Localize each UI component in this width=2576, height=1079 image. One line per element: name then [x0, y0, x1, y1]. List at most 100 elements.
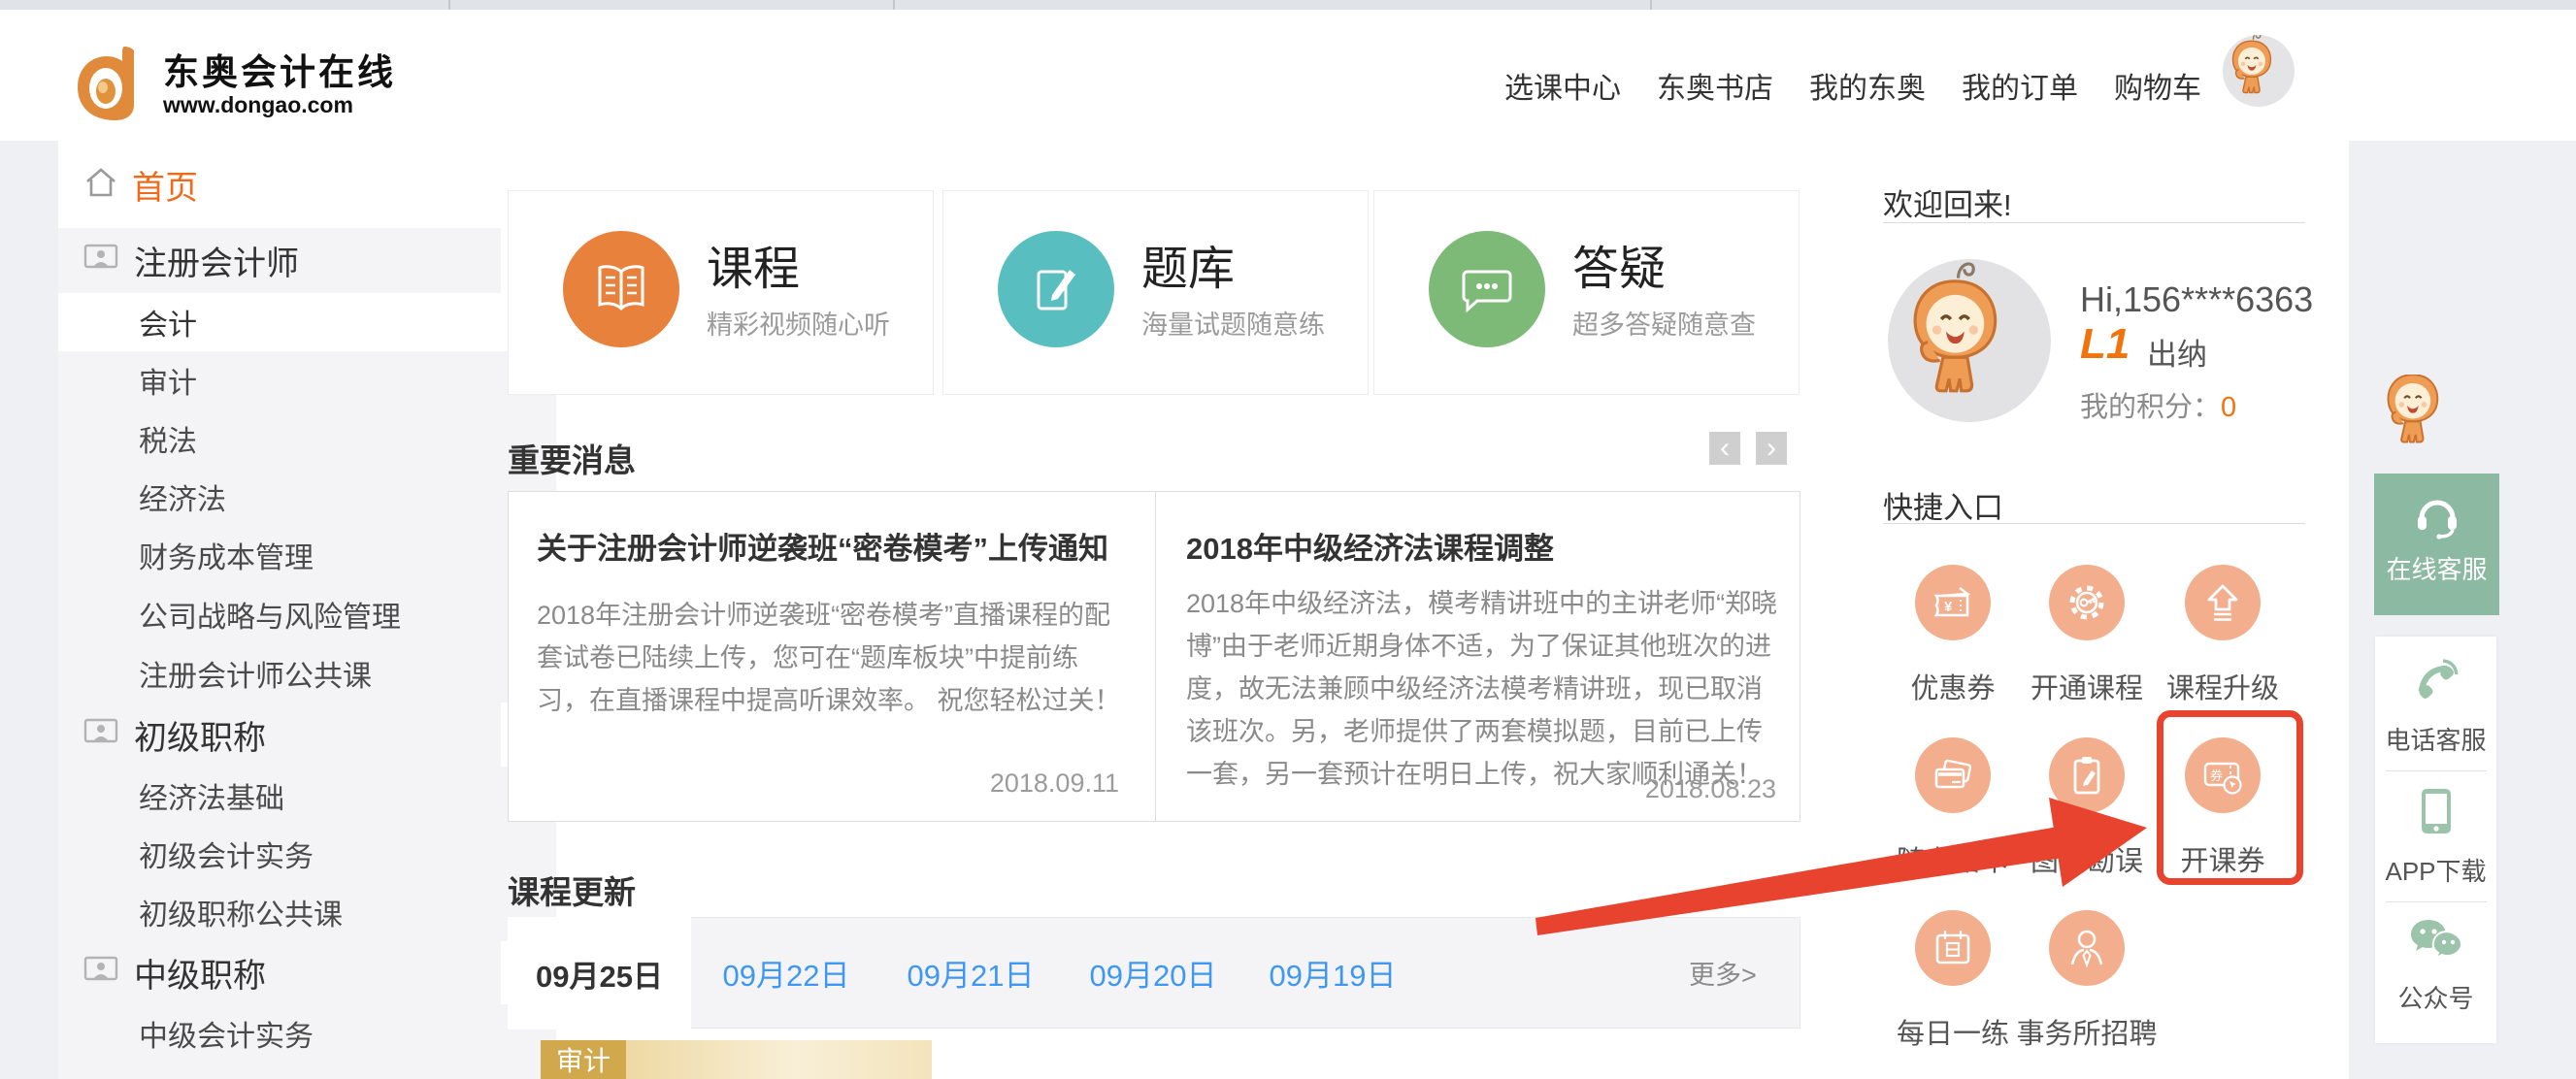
news-item-date: 2018.09.11	[828, 768, 1119, 799]
more-link[interactable]: 更多>	[1689, 917, 1757, 1029]
errata-icon	[2049, 737, 2125, 813]
welcome-heading: 欢迎回来!	[1883, 180, 2012, 224]
online-service-button[interactable]: 在线客服	[2374, 474, 2499, 615]
news-column-divider	[1155, 492, 1156, 821]
service-mascot	[2376, 375, 2496, 475]
quick-entry-coupons[interactable]: ¥ 优惠券	[1875, 565, 2031, 706]
quick-entry-firm-recruiting[interactable]: 事务所招聘	[2009, 910, 2164, 1052]
book-icon	[563, 231, 679, 347]
wechat-icon	[2407, 954, 2465, 970]
sidebar-item-intermediate-practice[interactable]: 中级会计实务	[58, 1004, 556, 1063]
nav-course-center[interactable]: 选课中心	[1504, 64, 1621, 107]
sidebar-item-accounting-active[interactable]: 会计	[58, 293, 556, 351]
news-item-title[interactable]: 关于注册会计师逆袭班“密卷模考”上传通知	[537, 524, 1119, 568]
news-item-date: 2018.08.23	[1485, 774, 1776, 804]
sidebar-item-audit[interactable]: 审计	[58, 351, 556, 409]
quick-entry-book-gift-card[interactable]: 随书赠卡	[1875, 737, 2031, 879]
tab-date-0922[interactable]: 09月22日	[709, 917, 864, 1029]
home-icon	[83, 166, 118, 204]
service-divider	[2386, 770, 2487, 771]
nav-bookstore[interactable]: 东奥书店	[1657, 64, 1773, 107]
sidebar-item-junior-practice[interactable]: 初级会计实务	[58, 825, 556, 883]
phone-icon	[2410, 696, 2462, 712]
course-updates-heading: 课程更新	[508, 866, 636, 913]
chevron-right-icon: ›	[1767, 432, 1776, 465]
phone-service-item[interactable]: 电话客服	[2375, 637, 2496, 757]
sidebar-home-label: 首页	[132, 161, 198, 209]
quick-entry-divider	[1883, 523, 2305, 524]
quick-entry-book-errata[interactable]: 图书勘误	[2009, 737, 2164, 879]
subject-badge-bar	[626, 1040, 932, 1079]
sidebar-item-home[interactable]: 首页	[58, 141, 501, 228]
feature-card-qa[interactable]: 答疑 超多答疑随意查	[1373, 190, 1800, 395]
news-item-body: 2018年注册会计师逆袭班“密卷模考”直播课程的配套试卷已陆续上传，您可在“题库…	[537, 594, 1124, 722]
app-download-item[interactable]: APP下载	[2375, 785, 2496, 888]
nav-my-dongao[interactable]: 我的东奥	[1809, 64, 1926, 107]
sidebar-item-econ-law-basics[interactable]: 经济法基础	[58, 767, 556, 825]
carousel-prev-button[interactable]: ‹	[1709, 432, 1740, 465]
sidebar-section-junior[interactable]: 初级职称	[58, 703, 501, 767]
subject-badge-audit: 审计	[541, 1040, 626, 1079]
logo-d-icon	[70, 45, 146, 127]
dongao-member-home: 东奥会计在线 www.dongao.com 选课中心 东奥书店 我的东奥 我的订…	[0, 0, 2576, 1079]
wechat-official-item[interactable]: 公众号	[2375, 916, 2496, 1015]
tab-date-0925-active[interactable]: 09月25日	[508, 917, 691, 1030]
tablet-icon	[2412, 827, 2460, 843]
top-nav: 选课中心 东奥书店 我的东奥 我的订单 购物车	[1504, 19, 2201, 150]
tab-divider	[1650, 0, 1652, 10]
svg-text:¥: ¥	[1944, 599, 1953, 615]
news-item-body: 2018年中级经济法，模考精讲班中的主讲老师“郑晓博”由于老师近期身体不适，为了…	[1186, 582, 1780, 796]
online-service-label: 在线客服	[2374, 550, 2499, 586]
chevron-left-icon: ‹	[1720, 432, 1730, 465]
quick-entry-daily-practice[interactable]: 每日一练	[1875, 910, 2031, 1052]
tab-divider	[893, 0, 895, 10]
member-points: 我的积分：0	[2080, 384, 2236, 425]
sidebar-item-economic-law[interactable]: 经济法	[58, 468, 556, 526]
member-level-name: 出纳	[2147, 330, 2207, 374]
site-header: 东奥会计在线 www.dongao.com 选课中心 东奥书店 我的东奥 我的订…	[0, 10, 2576, 141]
points-value: 0	[2221, 392, 2236, 423]
sidebar-item-tax-law[interactable]: 税法	[58, 409, 556, 468]
sidebar-item-financial-mgmt[interactable]: 财务成本管理	[58, 526, 556, 584]
news-item-title[interactable]: 2018年中级经济法课程调整	[1186, 524, 1768, 568]
quick-entry-activate-course[interactable]: 开通课程	[2009, 565, 2164, 706]
logo-title: 东奥会计在线	[163, 53, 396, 93]
gift-card-icon	[1915, 737, 1991, 813]
pencil-square-icon	[998, 231, 1114, 347]
feature-card-question-bank[interactable]: 题库 海量试题随意练	[942, 190, 1369, 395]
tab-date-0921[interactable]: 09月21日	[893, 917, 1048, 1029]
teacher-screen-icon	[83, 244, 118, 278]
sidebar-section-intermediate[interactable]: 中级职称	[58, 941, 501, 1004]
member-greeting: Hi,156****6363	[2080, 279, 2313, 320]
tab-date-0920[interactable]: 09月20日	[1075, 917, 1231, 1029]
upgrade-icon	[2185, 565, 2261, 640]
tab-divider	[448, 0, 450, 10]
quick-entry-course-upgrade[interactable]: 课程升级	[2145, 565, 2300, 706]
teacher-screen-icon	[83, 718, 118, 752]
carousel-next-button[interactable]: ›	[1756, 432, 1787, 465]
quick-entry-heading: 快捷入口	[1883, 483, 2003, 527]
member-level-badge: L1	[2080, 320, 2130, 369]
nav-my-orders[interactable]: 我的订单	[1962, 64, 2078, 107]
recruiting-icon	[2049, 910, 2125, 986]
user-avatar[interactable]	[2223, 35, 2295, 107]
highlight-box-course-coupon	[2157, 710, 2303, 885]
sidebar-item-junior-public[interactable]: 初级职称公共课	[58, 883, 556, 941]
news-heading: 重要消息	[508, 435, 636, 481]
gear-key-icon	[2049, 565, 2125, 640]
sidebar-item-intermediate-econ-law[interactable]: 中级经济法	[58, 1063, 556, 1079]
sidebar-item-strategy-risk[interactable]: 公司战略与风险管理	[58, 584, 556, 644]
sidebar-item-cpa-public[interactable]: 注册会计师公共课	[58, 644, 556, 703]
teacher-screen-icon	[83, 956, 118, 990]
nav-cart[interactable]: 购物车	[2114, 64, 2201, 107]
tab-date-0919[interactable]: 09月19日	[1255, 917, 1410, 1029]
service-card: 电话客服 APP下载 公众号	[2375, 637, 2496, 1043]
daily-practice-icon	[1915, 910, 1991, 986]
feature-card-courses[interactable]: 课程 精彩视频随心听	[508, 190, 934, 395]
chat-icon	[1429, 231, 1545, 347]
welcome-divider	[1883, 222, 2305, 223]
site-logo[interactable]: 东奥会计在线 www.dongao.com	[70, 45, 396, 127]
member-avatar[interactable]	[1888, 259, 2051, 422]
sidebar-section-cpa[interactable]: 注册会计师	[58, 228, 501, 293]
service-divider	[2386, 901, 2487, 902]
